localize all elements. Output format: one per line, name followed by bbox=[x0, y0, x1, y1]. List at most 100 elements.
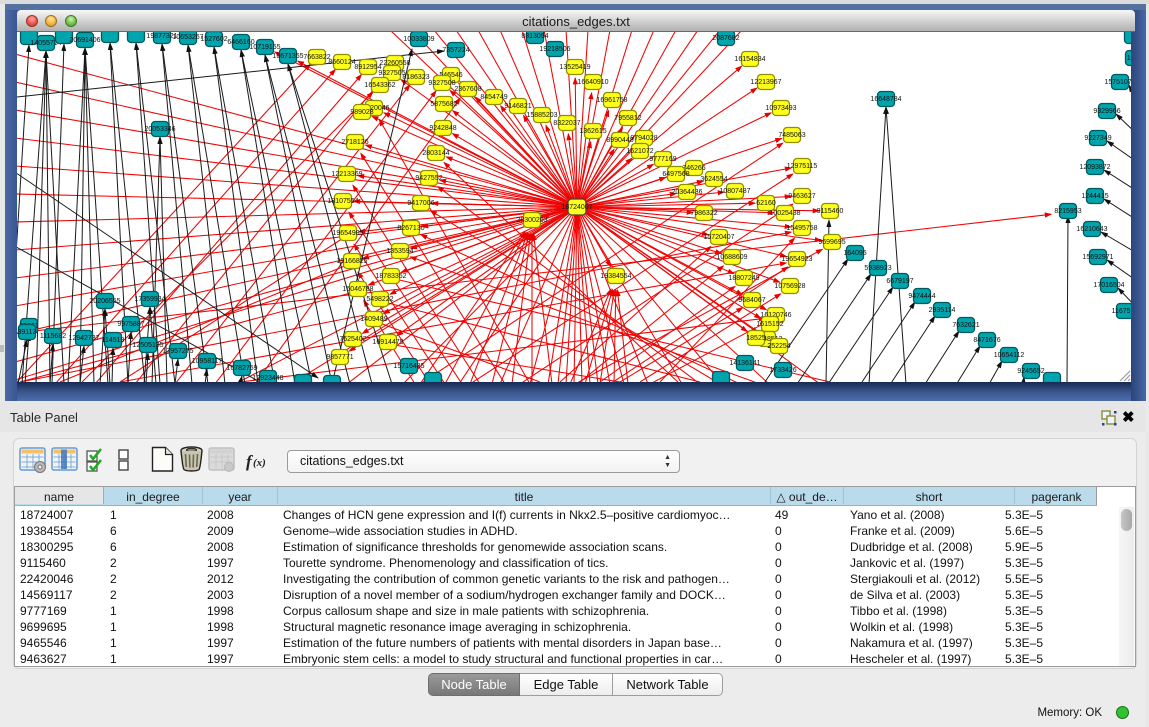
svg-text:13525419: 13525419 bbox=[559, 64, 590, 71]
svg-text:20206555: 20206555 bbox=[89, 298, 120, 305]
svg-text:19654985: 19654985 bbox=[332, 230, 363, 237]
svg-text:15751074: 15751074 bbox=[1104, 79, 1131, 86]
svg-text:17359934: 17359934 bbox=[134, 296, 165, 303]
svg-text:19166825: 19166825 bbox=[336, 258, 367, 265]
svg-text:9699695: 9699695 bbox=[818, 239, 845, 246]
svg-text:19384554: 19384554 bbox=[600, 273, 631, 280]
svg-text:7955812: 7955812 bbox=[614, 115, 641, 122]
svg-text:39113: 39113 bbox=[18, 329, 37, 336]
svg-text:2718126: 2718126 bbox=[341, 139, 368, 146]
svg-text:18724007: 18724007 bbox=[561, 204, 592, 211]
svg-text:18807249: 18807249 bbox=[728, 275, 759, 282]
svg-text:1362615: 1362615 bbox=[579, 128, 606, 135]
svg-text:1409489: 1409489 bbox=[360, 316, 387, 323]
svg-text:16046788: 16046788 bbox=[342, 286, 373, 293]
svg-text:10688609: 10688609 bbox=[716, 254, 747, 261]
svg-text:1115682: 1115682 bbox=[40, 333, 66, 340]
svg-text:9463627: 9463627 bbox=[788, 193, 815, 200]
svg-text:10653267: 10653267 bbox=[172, 34, 203, 41]
svg-text:19654923: 19654923 bbox=[781, 256, 812, 263]
svg-text:18107554: 18107554 bbox=[327, 198, 358, 205]
svg-text:17016504: 17016504 bbox=[1093, 282, 1124, 289]
svg-text:20691406: 20691406 bbox=[69, 37, 100, 44]
svg-text:114519: 114519 bbox=[102, 337, 125, 344]
svg-text:1733426: 1733426 bbox=[769, 367, 796, 374]
svg-text:15720407: 15720407 bbox=[703, 234, 734, 241]
svg-text:16640910: 16640910 bbox=[577, 79, 608, 86]
svg-text:12093872: 12093872 bbox=[1079, 164, 1110, 171]
svg-text:9245652: 9245652 bbox=[1017, 368, 1044, 375]
svg-text:2087682: 2087682 bbox=[712, 35, 739, 42]
svg-text:7632621: 7632621 bbox=[952, 322, 979, 329]
svg-text:8813054: 8813054 bbox=[521, 33, 548, 40]
svg-text:10973493: 10973493 bbox=[765, 105, 796, 112]
svg-text:8660124: 8660124 bbox=[328, 59, 355, 66]
svg-text:2803144: 2803144 bbox=[422, 150, 449, 157]
svg-text:9417006: 9417006 bbox=[407, 200, 434, 207]
svg-text:9474444: 9474444 bbox=[908, 293, 935, 300]
svg-text:9242848: 9242848 bbox=[429, 125, 456, 132]
svg-text:16210643: 16210643 bbox=[1076, 226, 1107, 233]
svg-text:15885203: 15885203 bbox=[526, 112, 557, 119]
svg-text:9857771: 9857771 bbox=[326, 354, 353, 361]
svg-text:16648784: 16648784 bbox=[870, 96, 901, 103]
svg-text:2935114: 2935114 bbox=[929, 307, 956, 314]
svg-text:10025438: 10025438 bbox=[769, 210, 800, 217]
svg-text:14136141: 14136141 bbox=[729, 360, 760, 367]
svg-text:1615152: 1615152 bbox=[756, 321, 783, 328]
svg-text:12505135: 12505135 bbox=[132, 342, 163, 349]
svg-text:164095: 164095 bbox=[843, 250, 866, 257]
svg-text:7485063: 7485063 bbox=[778, 132, 805, 139]
svg-text:19218506: 19218506 bbox=[539, 46, 570, 53]
svg-text:5498222: 5498222 bbox=[366, 296, 393, 303]
svg-text:8186323: 8186323 bbox=[402, 74, 429, 81]
svg-text:1112: 1112 bbox=[1127, 55, 1131, 62]
svg-text:15716485: 15716485 bbox=[393, 363, 424, 370]
svg-text:16543362: 16543362 bbox=[364, 82, 395, 89]
svg-text:7986322: 7986322 bbox=[690, 210, 717, 217]
svg-text:10958117: 10958117 bbox=[192, 358, 223, 365]
svg-text:7357224: 7357224 bbox=[442, 47, 469, 54]
svg-text:10654112: 10654112 bbox=[994, 352, 1025, 359]
svg-text:10719155: 10719155 bbox=[249, 44, 280, 51]
svg-text:9427552: 9427552 bbox=[415, 175, 442, 182]
svg-text:3624554: 3624554 bbox=[700, 176, 727, 183]
svg-text:8471676: 8471676 bbox=[973, 337, 1000, 344]
svg-text:9146821: 9146821 bbox=[504, 103, 531, 110]
svg-text:10807487: 10807487 bbox=[719, 188, 750, 195]
svg-text:20053346: 20053346 bbox=[144, 126, 175, 133]
svg-text:1244415: 1244415 bbox=[1081, 193, 1108, 200]
svg-text:9684067: 9684067 bbox=[738, 297, 765, 304]
svg-text:12942737: 12942737 bbox=[68, 335, 99, 342]
svg-text:1167533: 1167533 bbox=[1112, 308, 1131, 315]
svg-text:16914479: 16914479 bbox=[372, 339, 403, 346]
svg-text:15495758: 15495758 bbox=[786, 225, 817, 232]
svg-text:8267130: 8267130 bbox=[397, 225, 424, 232]
svg-text:9794028: 9794028 bbox=[630, 135, 657, 142]
svg-text:18525: 18525 bbox=[746, 335, 766, 342]
svg-text:1527602: 1527602 bbox=[200, 36, 227, 43]
svg-text:8322037: 8322037 bbox=[553, 120, 580, 127]
svg-text:9975887: 9975887 bbox=[117, 321, 144, 328]
svg-text:989028: 989028 bbox=[350, 109, 373, 116]
svg-text:9115460: 9115460 bbox=[817, 208, 844, 215]
svg-text:12213967: 12213967 bbox=[750, 79, 781, 86]
svg-text:5938923: 5938923 bbox=[864, 265, 891, 272]
svg-text:12213369: 12213369 bbox=[331, 171, 362, 178]
svg-text:17957275: 17957275 bbox=[162, 348, 193, 355]
svg-text:10756928: 10756928 bbox=[774, 283, 805, 290]
svg-text:10033809: 10033809 bbox=[403, 36, 434, 43]
svg-text:62160: 62160 bbox=[756, 200, 776, 207]
svg-text:12975115: 12975115 bbox=[787, 163, 818, 170]
svg-text:(x): (x) bbox=[253, 457, 266, 469]
svg-text:16154834: 16154834 bbox=[734, 56, 765, 63]
svg-text:16961758: 16961758 bbox=[596, 97, 627, 104]
svg-text:7663822: 7663822 bbox=[303, 54, 330, 61]
svg-text:8454749: 8454749 bbox=[480, 94, 507, 101]
svg-text:6497568: 6497568 bbox=[662, 171, 689, 178]
svg-text:20364436: 20364436 bbox=[671, 189, 702, 196]
svg-text:5875685: 5875685 bbox=[430, 101, 457, 108]
svg-text:12923448: 12923448 bbox=[252, 375, 283, 382]
svg-text:1621072: 1621072 bbox=[626, 148, 653, 155]
svg-text:9777169: 9777169 bbox=[649, 156, 676, 163]
